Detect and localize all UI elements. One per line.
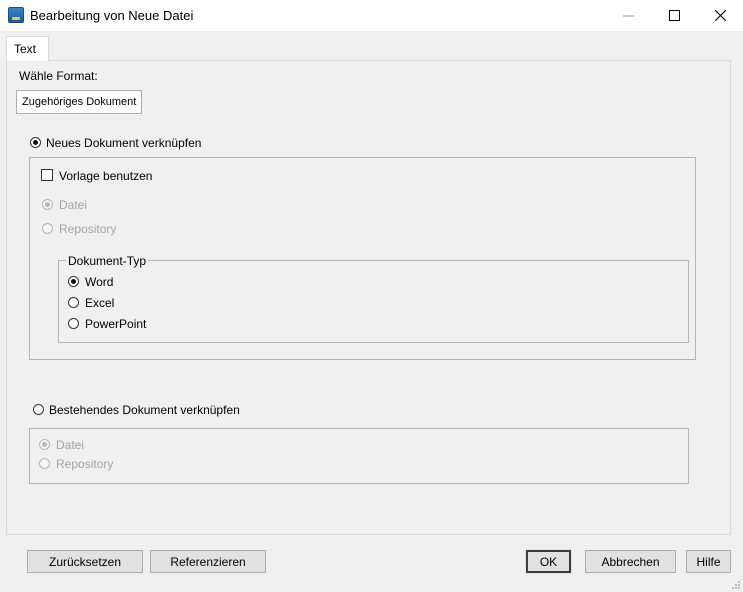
tab-related-document-label: Zugehöriges Dokument — [22, 96, 137, 108]
tab-text[interactable]: Text — [6, 36, 49, 61]
new-source-repository-radio[interactable] — [42, 223, 53, 234]
reset-button[interactable]: Zurücksetzen — [27, 550, 143, 573]
maximize-button[interactable] — [651, 0, 697, 31]
new-document-radio[interactable] — [30, 137, 41, 148]
use-template-label[interactable]: Vorlage benutzen — [59, 169, 152, 183]
references-button[interactable]: Referenzieren — [150, 550, 266, 573]
maximize-icon — [668, 10, 680, 21]
document-type-legend: Dokument-Typ — [66, 254, 149, 268]
existing-document-radio[interactable] — [33, 404, 44, 415]
minimize-icon — [622, 15, 634, 17]
existing-document-group — [29, 428, 689, 484]
resize-grip-icon[interactable] — [731, 580, 741, 590]
minimize-button[interactable] — [605, 0, 651, 31]
window-title: Bearbeitung von Neue Datei — [30, 8, 194, 23]
format-label: Wähle Format: — [19, 69, 98, 83]
existing-document-label[interactable]: Bestehendes Dokument verknüpfen — [49, 403, 240, 417]
cancel-button[interactable]: Abbrechen — [585, 550, 676, 573]
existing-source-file-radio[interactable] — [39, 439, 50, 450]
doctype-powerpoint-radio[interactable] — [68, 318, 79, 329]
new-source-file-label: Datei — [59, 198, 88, 212]
close-icon — [714, 10, 726, 21]
existing-source-repository-radio[interactable] — [39, 458, 50, 469]
existing-source-repository-label: Repository — [56, 457, 114, 471]
use-template-checkbox[interactable] — [41, 169, 53, 181]
doctype-word-label[interactable]: Word — [85, 275, 113, 289]
doctype-excel-label[interactable]: Excel — [85, 296, 114, 310]
tab-related-document[interactable]: Zugehöriges Dokument — [16, 90, 142, 114]
doctype-powerpoint-label[interactable]: PowerPoint — [85, 317, 146, 331]
title-bar: Bearbeitung von Neue Datei — [0, 0, 743, 31]
doctype-word-radio[interactable] — [68, 276, 79, 287]
new-source-repository-label: Repository — [59, 222, 117, 236]
existing-source-file-label: Datei — [56, 438, 85, 452]
ok-button[interactable]: OK — [525, 549, 572, 574]
app-icon — [8, 7, 24, 23]
doctype-excel-radio[interactable] — [68, 297, 79, 308]
new-source-file-radio[interactable] — [42, 199, 53, 210]
document-type-group — [58, 260, 689, 343]
new-document-label[interactable]: Neues Dokument verknüpfen — [46, 136, 201, 150]
help-button[interactable]: Hilfe — [686, 550, 731, 573]
close-button[interactable] — [697, 0, 743, 31]
tab-text-label: Text — [14, 42, 37, 56]
